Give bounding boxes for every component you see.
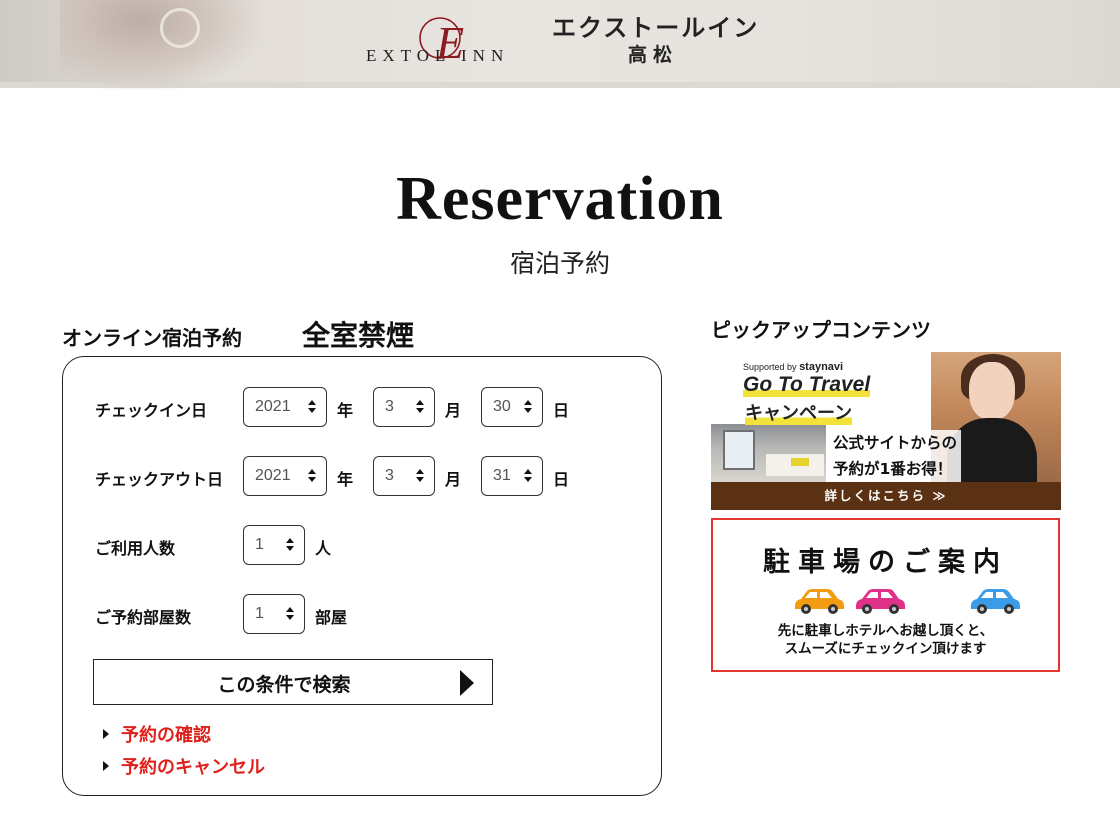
booking-form: チェックイン日 2021 年 3 月 30 日 チェックアウト日 2021 年 … [62,356,662,796]
parking-title: 駐車場のご案内 [763,547,1008,578]
checkout-month-value: 3 [385,467,394,484]
select-arrows-icon [524,400,532,414]
catchcopy-line1: 公式サイトからの [833,434,958,452]
guests-value: 1 [255,536,264,553]
parking-info-banner[interactable]: 駐車場のご案内 先に駐車しホテルへお越し頂くと、 スムーズにチェックイン頂けます [711,518,1060,672]
month-unit: 月 [445,470,462,489]
checkin-day-value: 30 [493,398,511,415]
staynavi-brand: staynavi [799,361,844,373]
site-header: E EXTOL INN エクストールイン 高松 [0,0,1120,90]
year-unit: 年 [337,401,354,420]
checkin-year-select[interactable]: 2021 [243,387,327,427]
guests-select[interactable]: 1 [243,525,305,565]
select-arrows-icon [286,607,294,621]
parking-note: 先に駐車しホテルへお越し頂くと、 スムーズにチェックイン頂けます [713,622,1058,658]
rooms-value: 1 [255,605,264,622]
hotel-room-photo [711,424,826,482]
caret-right-icon [103,729,109,739]
rooms-label: ご予約部屋数 [95,608,192,627]
select-arrows-icon [524,469,532,483]
parking-note-line1: 先に駐車しホテルへお越し頂くと、 [777,623,994,639]
campaign-heading: キャンペーン [745,399,853,425]
cancel-reservation-label: 予約のキャンセル [121,757,265,778]
year-unit: 年 [337,470,354,489]
online-booking-label: オンライン宿泊予約 [62,326,242,350]
goto-travel-banner[interactable]: Supported by staynavi Go To Travel キャンペー… [711,352,1061,510]
select-arrows-icon [416,400,424,414]
goto-travel-heading: Go To Travel [743,373,871,397]
checkout-month-select[interactable]: 3 [373,456,435,496]
page-subtitle: 宿泊予約 [509,249,610,278]
checkout-year-value: 2021 [255,467,291,484]
day-unit: 日 [553,470,570,489]
checkin-month-select[interactable]: 3 [373,387,435,427]
logo-japanese-text[interactable]: エクストールイン [552,8,759,43]
details-link[interactable]: 詳しくはこちら ≫ [711,482,1061,510]
page-title: Reservation [396,165,724,233]
pickup-contents-title: ピックアップコンテンツ [711,318,931,342]
play-arrow-icon [460,670,474,696]
car-icon [795,589,844,614]
checkin-label: チェックイン日 [95,401,208,420]
logo-location-text[interactable]: 高松 [628,40,678,67]
month-unit: 月 [445,401,462,420]
parking-note-line2: スムーズにチェックイン頂けます [784,641,987,657]
car-icon [856,589,905,614]
car-icon [971,589,1020,614]
banner-catchcopy: 公式サイトからの 予約が1番お得！ [829,430,962,482]
checkin-month-value: 3 [385,398,394,415]
checkout-day-select[interactable]: 31 [481,456,543,496]
rooms-unit: 部屋 [315,608,348,627]
rooms-select[interactable]: 1 [243,594,305,634]
logo-latin-text[interactable]: EXTOL INN [366,46,509,66]
select-arrows-icon [308,469,316,483]
select-arrows-icon [308,400,316,414]
checkout-day-value: 31 [493,467,511,484]
no-smoking-label: 全室禁煙 [302,319,415,352]
checkout-label: チェックアウト日 [95,470,224,489]
confirm-reservation-link[interactable]: 予約の確認 [103,721,211,747]
header-photo-detail [160,8,200,48]
header-photo [60,0,260,90]
people-unit: 人 [315,539,332,558]
checkin-year-value: 2021 [255,398,291,415]
caret-right-icon [103,761,109,771]
search-button-label: この条件で検索 [217,674,351,696]
catchcopy-line2: 予約が1番お得！ [833,460,953,478]
search-button[interactable]: この条件で検索 [93,659,493,705]
confirm-reservation-label: 予約の確認 [121,725,211,746]
cancel-reservation-link[interactable]: 予約のキャンセル [103,753,265,779]
select-arrows-icon [416,469,424,483]
select-arrows-icon [286,538,294,552]
staynavi-credit: Supported by staynavi [743,361,844,373]
day-unit: 日 [553,401,570,420]
checkin-day-select[interactable]: 30 [481,387,543,427]
guests-label: ご利用人数 [95,539,176,558]
checkout-year-select[interactable]: 2021 [243,456,327,496]
